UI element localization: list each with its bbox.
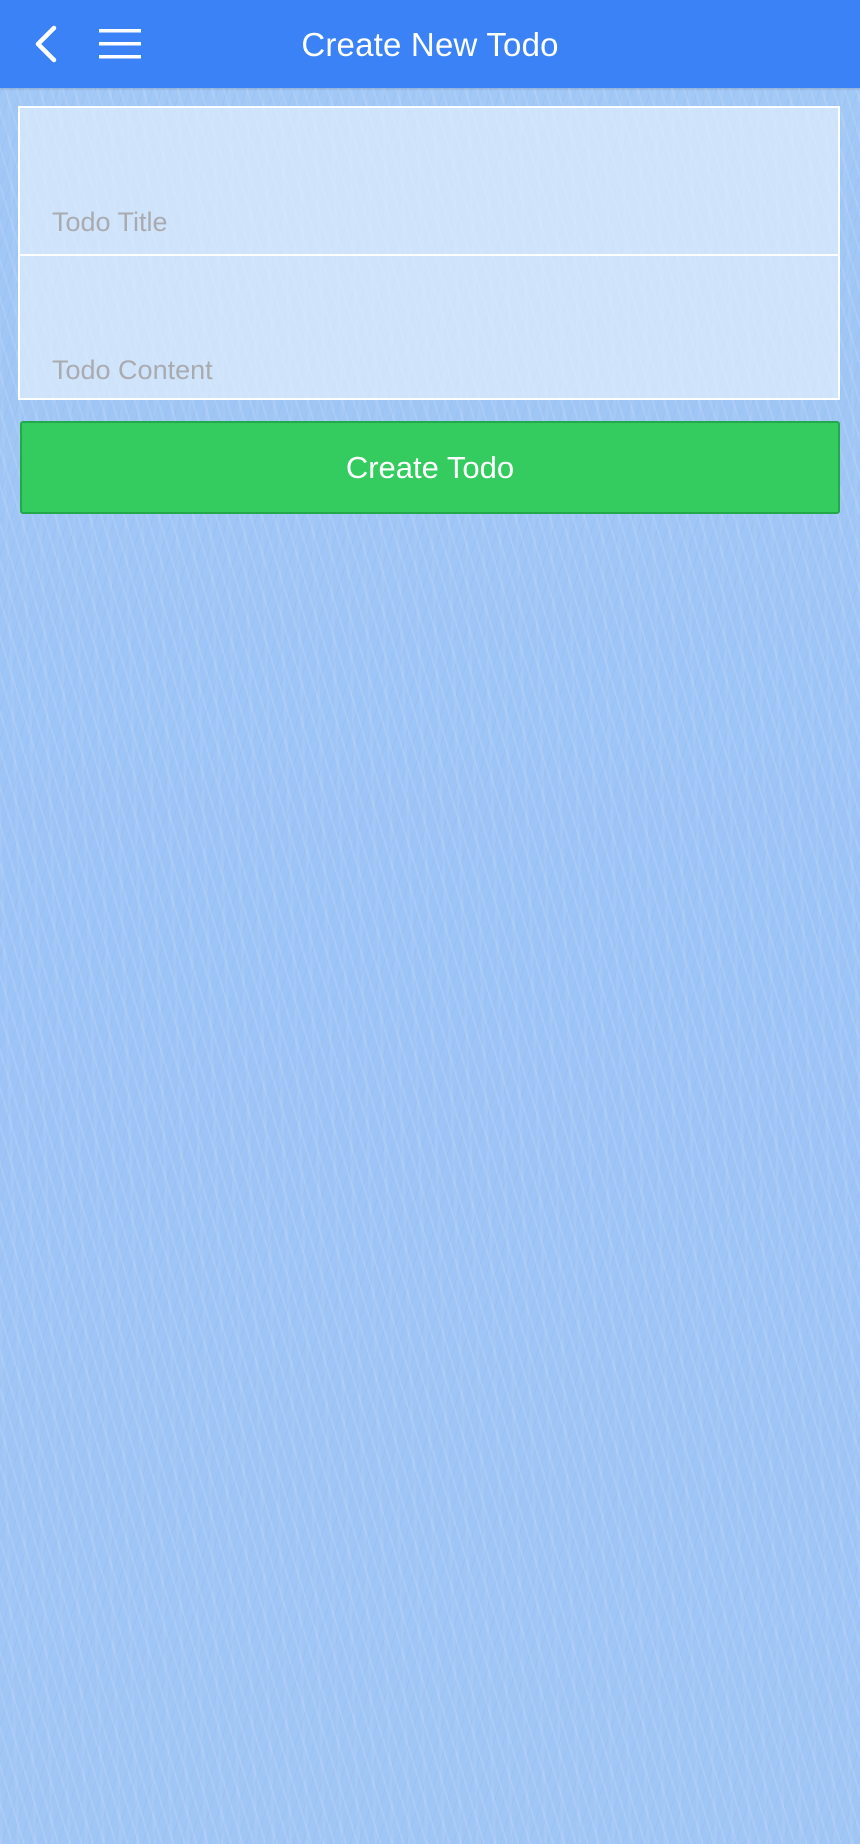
menu-button[interactable] [94,22,146,66]
hamburger-menu-icon [99,29,141,59]
app-header: Create New Todo [0,0,860,88]
create-todo-button[interactable]: Create Todo [20,421,840,514]
todo-content-input[interactable] [20,256,838,402]
todo-title-input[interactable] [20,108,838,254]
back-button[interactable] [22,18,70,70]
chevron-left-icon [35,25,57,63]
todo-form [18,106,840,402]
